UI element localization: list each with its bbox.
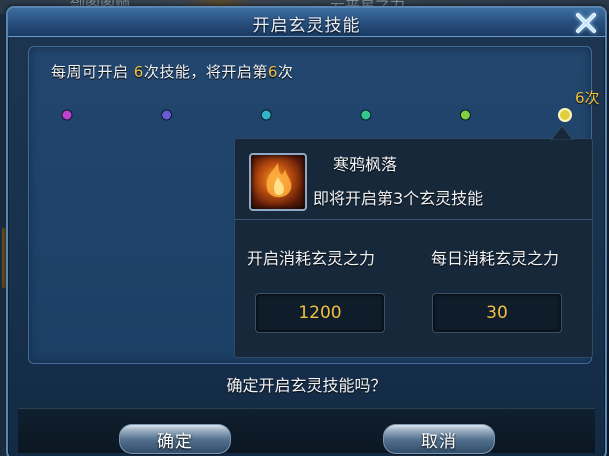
cancel-button[interactable]: 取消 — [382, 423, 496, 455]
progress-max-value: 6次 — [575, 89, 600, 107]
close-button[interactable] — [573, 11, 599, 35]
flame-glyph-icon — [266, 163, 292, 198]
game-screen: 剑阁阁顾 云夹星之力 开启玄灵技能 每周可开启 6次技能，将开启第6次 — [0, 0, 609, 456]
dialog-footer — [18, 408, 595, 453]
skill-flame-icon — [249, 153, 307, 211]
progress-node-2 — [161, 109, 173, 121]
progress-node-6 — [558, 108, 572, 122]
skill-popup: 寒鸦枫落 即将开启第3个玄灵技能 开启消耗玄灵之力 每日消耗玄灵之力 1200 … — [234, 126, 593, 358]
open-skill-dialog: 开启玄灵技能 每周可开启 6次技能，将开启第6次 6次 寒鸦枫落 即将开启第3个… — [6, 6, 607, 456]
dialog-title: 开启玄灵技能 — [252, 16, 361, 36]
popup-pointer-icon — [551, 126, 573, 140]
dialog-title-bar: 开启玄灵技能 — [8, 8, 605, 37]
skill-name: 寒鸦枫落 — [333, 155, 398, 174]
confirm-question: 确定开启玄灵技能吗？ — [226, 376, 387, 395]
progress-max-label: 6次 — [575, 87, 600, 108]
skill-description: 即将开启第3个玄灵技能 — [313, 189, 484, 208]
progress-node-4 — [360, 109, 372, 121]
progress-node-3 — [260, 109, 272, 121]
daily-cost-label: 每日消耗玄灵之力 — [431, 249, 560, 268]
progress-node-5 — [459, 109, 471, 121]
confirm-button[interactable]: 确定 — [118, 423, 232, 455]
daily-cost-value: 30 — [432, 293, 562, 333]
skill-popup-header: 寒鸦枫落 即将开启第3个玄灵技能 — [235, 139, 592, 220]
skill-info-panel: 每周可开启 6次技能，将开启第6次 6次 寒鸦枫落 即将开启第3个玄灵技能 开启… — [28, 46, 600, 364]
open-cost-label: 开启消耗玄灵之力 — [247, 249, 376, 268]
open-cost-value: 1200 — [255, 293, 385, 333]
close-x-icon — [576, 13, 596, 33]
open-progress-track — [61, 108, 572, 122]
progress-node-1 — [61, 109, 73, 121]
